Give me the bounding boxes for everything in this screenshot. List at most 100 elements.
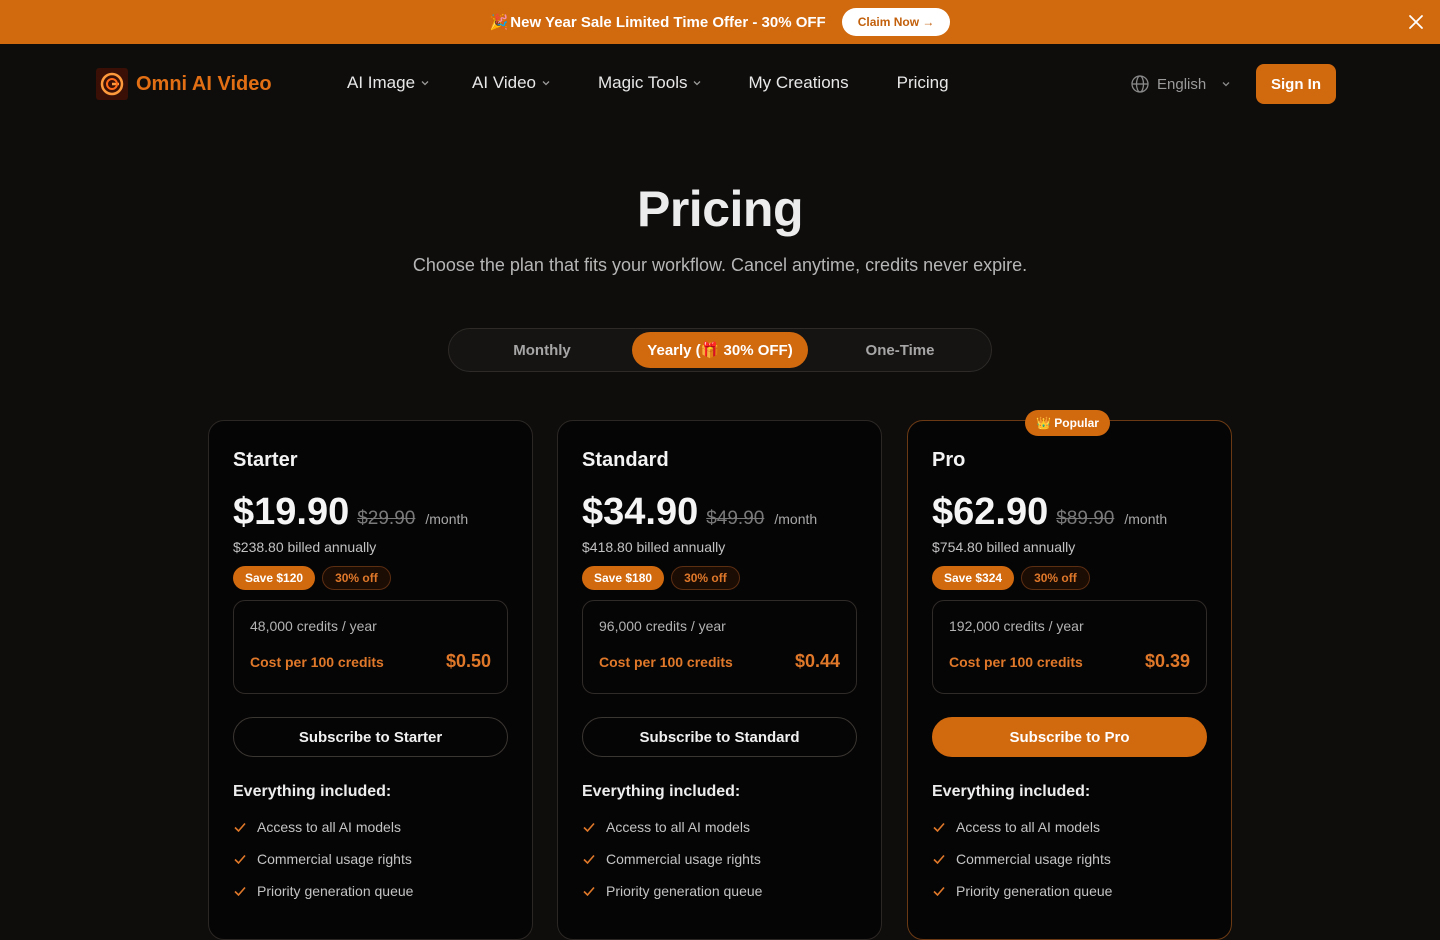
close-icon[interactable] [1406, 12, 1426, 32]
feature-item: Commercial usage rights [932, 851, 1111, 867]
sign-in-button[interactable]: Sign In [1256, 64, 1336, 104]
check-icon [583, 822, 595, 833]
plan-name: Starter [233, 449, 298, 471]
plan-price: $34.90 [582, 491, 699, 533]
included-title: Everything included: [582, 783, 741, 800]
page-subtitle: Choose the plan that fits your workflow.… [412, 255, 1028, 275]
nav-label: Pricing [896, 73, 949, 92]
feature-label: Priority generation queue [606, 883, 763, 899]
price-period: /month [774, 511, 818, 527]
save-badge: Save $120 [233, 566, 316, 590]
feature-label: Commercial usage rights [606, 851, 761, 867]
billed-annually: $238.80 billed annually [233, 539, 377, 555]
tab-one-time[interactable]: One-Time [810, 332, 990, 368]
included-title: Everything included: [233, 783, 392, 800]
check-icon [234, 822, 246, 833]
feature-item: Access to all AI models [932, 819, 1100, 835]
nav-label: My Creations [748, 73, 849, 92]
cost-label: Cost per 100 credits [949, 654, 1083, 670]
credits-box: 48,000 credits / year Cost per 100 credi… [233, 600, 508, 694]
plan-name: Standard [582, 449, 669, 471]
nav-ai-video[interactable]: AI Video [472, 73, 551, 93]
subscribe-standard-button[interactable]: Subscribe to Standard [582, 717, 857, 757]
plan-card-starter: Starter $19.90 $29.90 /month $238.80 bil… [208, 420, 533, 940]
nav-magic-tools[interactable]: Magic Tools [598, 73, 702, 93]
promo-text: New Year Sale Limited Time Offer - 30% O… [510, 14, 826, 31]
feature-label: Commercial usage rights [257, 851, 412, 867]
feature-item: Access to all AI models [233, 819, 401, 835]
nav-pricing[interactable]: Pricing [897, 73, 949, 93]
feature-label: Commercial usage rights [956, 851, 1111, 867]
check-icon [933, 886, 945, 897]
subscribe-pro-button[interactable]: Subscribe to Pro [932, 717, 1207, 757]
subscribe-starter-button[interactable]: Subscribe to Starter [233, 717, 508, 757]
cost-value: $0.39 [1144, 651, 1190, 671]
promo-text-wrap: 🎉 New Year Sale Limited Time Offer - 30% … [490, 13, 826, 31]
plan-badges: Save $120 30% off [233, 566, 391, 590]
cost-label: Cost per 100 credits [250, 654, 384, 670]
plan-old-price: $89.90 [1056, 508, 1115, 529]
feature-label: Priority generation queue [257, 883, 414, 899]
chevron-down-icon [694, 81, 701, 86]
check-icon [234, 854, 246, 865]
plan-old-price: $29.90 [357, 508, 416, 529]
price-period: /month [1124, 511, 1168, 527]
check-icon [933, 854, 945, 865]
chevron-down-icon [421, 81, 429, 86]
check-icon [933, 822, 945, 833]
claim-now-button[interactable]: Claim Now → [841, 8, 951, 36]
plan-card-standard: Standard $34.90 $49.90 /month $418.80 bi… [557, 420, 882, 940]
plan-old-price: $49.90 [706, 508, 765, 529]
language-label: English [1157, 75, 1207, 93]
nav-ai-image[interactable]: AI Image [347, 73, 430, 93]
credits-amount: 192,000 credits / year [949, 618, 1084, 634]
cost-label: Cost per 100 credits [599, 654, 733, 670]
chevron-down-icon [1222, 82, 1230, 87]
nav-my-creations[interactable]: My Creations [748, 73, 848, 93]
feature-label: Access to all AI models [606, 819, 750, 835]
globe-icon [1131, 75, 1149, 93]
tab-yearly[interactable]: Yearly (🎁 30% OFF) [632, 332, 808, 368]
plan-name: Pro [932, 449, 966, 471]
brand-logo[interactable]: Omni AI Video [96, 68, 272, 100]
billed-annually: $754.80 billed annually [932, 539, 1076, 555]
popular-badge: 👑 Popular [1025, 410, 1110, 436]
feature-label: Priority generation queue [956, 883, 1113, 899]
feature-label: Access to all AI models [956, 819, 1100, 835]
check-icon [234, 886, 246, 897]
discount-badge: 30% off [671, 566, 740, 590]
billed-annually: $418.80 billed annually [582, 539, 726, 555]
party-icon: 🎉 [489, 14, 509, 31]
chevron-down-icon [542, 81, 550, 86]
discount-badge: 30% off [1021, 566, 1090, 590]
price-row: $19.90 $29.90 /month [233, 491, 468, 534]
plan-card-pro: 👑 Popular Pro $62.90 $89.90 /month $754.… [907, 410, 1232, 940]
save-badge: Save $324 [932, 566, 1015, 590]
feature-item: Priority generation queue [582, 883, 762, 899]
tab-monthly[interactable]: Monthly [452, 332, 632, 368]
nav-label: AI Video [472, 73, 537, 92]
feature-item: Priority generation queue [932, 883, 1112, 899]
price-period: /month [425, 511, 469, 527]
nav-label: AI Image [347, 73, 416, 92]
cost-value: $0.44 [794, 651, 840, 671]
credits-amount: 48,000 credits / year [250, 618, 377, 634]
feature-item: Commercial usage rights [233, 851, 412, 867]
feature-item: Commercial usage rights [582, 851, 761, 867]
language-selector[interactable]: English [1130, 74, 1232, 94]
main-menu: AI Image AI Video Magic Tools My Creatio… [347, 73, 949, 93]
feature-item: Priority generation queue [233, 883, 413, 899]
price-row: $34.90 $49.90 /month [582, 491, 817, 534]
price-row: $62.90 $89.90 /month [932, 491, 1167, 534]
nav-label: Magic Tools [598, 73, 688, 92]
credits-amount: 96,000 credits / year [599, 618, 726, 634]
check-icon [583, 854, 595, 865]
feature-label: Access to all AI models [257, 819, 401, 835]
cost-value: $0.50 [445, 651, 491, 671]
check-icon [583, 886, 595, 897]
credits-box: 192,000 credits / year Cost per 100 cred… [932, 600, 1207, 694]
included-title: Everything included: [932, 783, 1091, 800]
billing-period-tabs: Monthly Yearly (🎁 30% OFF) One-Time [448, 328, 992, 372]
page-title: Pricing [637, 181, 803, 237]
plan-price: $19.90 [233, 491, 350, 533]
